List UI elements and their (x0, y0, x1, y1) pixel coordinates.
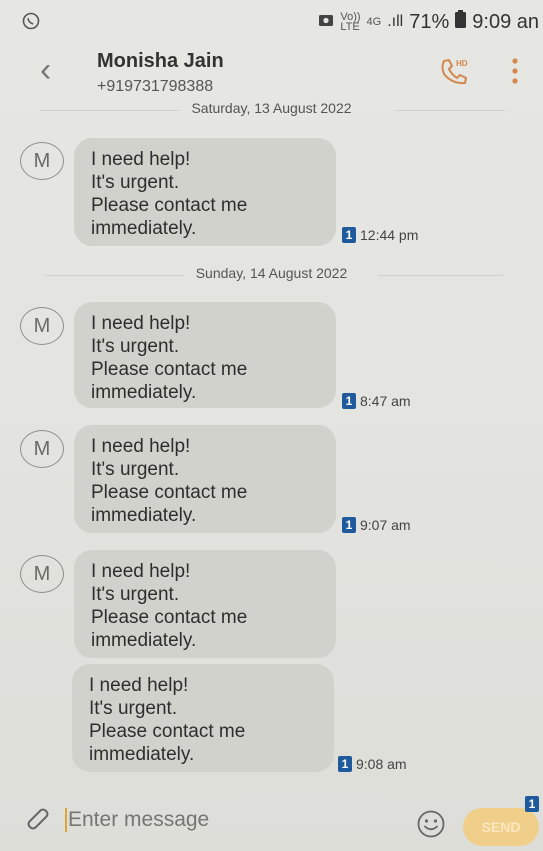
status-indicators: Vo)) LTE 4G .ıll 71% 9:09 an (318, 10, 539, 34)
message-time: 9:07 am (360, 517, 411, 533)
message-meta: 1 9:07 am (342, 517, 411, 533)
photo-notification-icon (318, 11, 334, 34)
status-bar: Vo)) LTE 4G .ıll 71% 9:09 an (0, 0, 543, 38)
message-time: 9:08 am (356, 756, 407, 772)
message-bubble[interactable]: I need help! It's urgent. Please contact… (74, 138, 336, 246)
back-chevron-icon[interactable]: ‹ (40, 53, 51, 87)
message-composer: SEND 1 (0, 796, 543, 851)
message-bubble[interactable]: I need help! It's urgent. Please contact… (72, 664, 334, 772)
message-time: 8:47 am (360, 393, 411, 409)
smiley-icon[interactable] (416, 809, 446, 844)
date-divider: Sunday, 14 August 2022 (0, 265, 543, 285)
svg-text:HD: HD (456, 59, 468, 68)
avatar[interactable]: M (20, 555, 64, 593)
message-bubble[interactable]: I need help! It's urgent. Please contact… (74, 550, 336, 658)
paperclip-icon[interactable] (22, 804, 50, 837)
sim-badge: 1 (342, 393, 356, 409)
message-meta: 1 9:08 am (338, 756, 407, 772)
message-time: 12:44 pm (360, 227, 419, 243)
whatsapp-icon (22, 12, 40, 35)
message-bubble[interactable]: I need help! It's urgent. Please contact… (74, 425, 336, 533)
date-divider: Saturday, 13 August 2022 (0, 100, 543, 120)
conversation-header: ‹ Monisha Jain +919731798388 HD (0, 38, 543, 104)
send-button[interactable]: SEND (463, 808, 539, 846)
sim-badge: 1 (338, 756, 352, 772)
clock: 9:09 an (472, 10, 539, 33)
text-cursor (65, 808, 67, 832)
message-input[interactable] (68, 808, 368, 832)
contact-name[interactable]: Monisha Jain (97, 50, 224, 73)
avatar[interactable]: M (20, 142, 64, 180)
network-type: 4G (366, 16, 382, 28)
sim-badge: 1 (342, 517, 356, 533)
contact-number: +919731798388 (97, 78, 214, 95)
signal-icon: .ıll (387, 13, 404, 30)
message-bubble[interactable]: I need help! It's urgent. Please contact… (74, 302, 336, 408)
avatar[interactable]: M (20, 430, 64, 468)
battery-icon (455, 10, 467, 34)
message-meta: 1 8:47 am (342, 393, 411, 409)
battery-percent: 71% (409, 10, 450, 33)
volte-indicator: Vo)) LTE (340, 11, 361, 33)
hd-call-icon[interactable]: HD (438, 56, 472, 91)
message-meta: 1 12:44 pm (342, 227, 418, 243)
sim-badge[interactable]: 1 (525, 796, 539, 812)
avatar[interactable]: M (20, 307, 64, 345)
sim-badge: 1 (342, 227, 356, 243)
more-vertical-icon[interactable] (512, 58, 518, 89)
